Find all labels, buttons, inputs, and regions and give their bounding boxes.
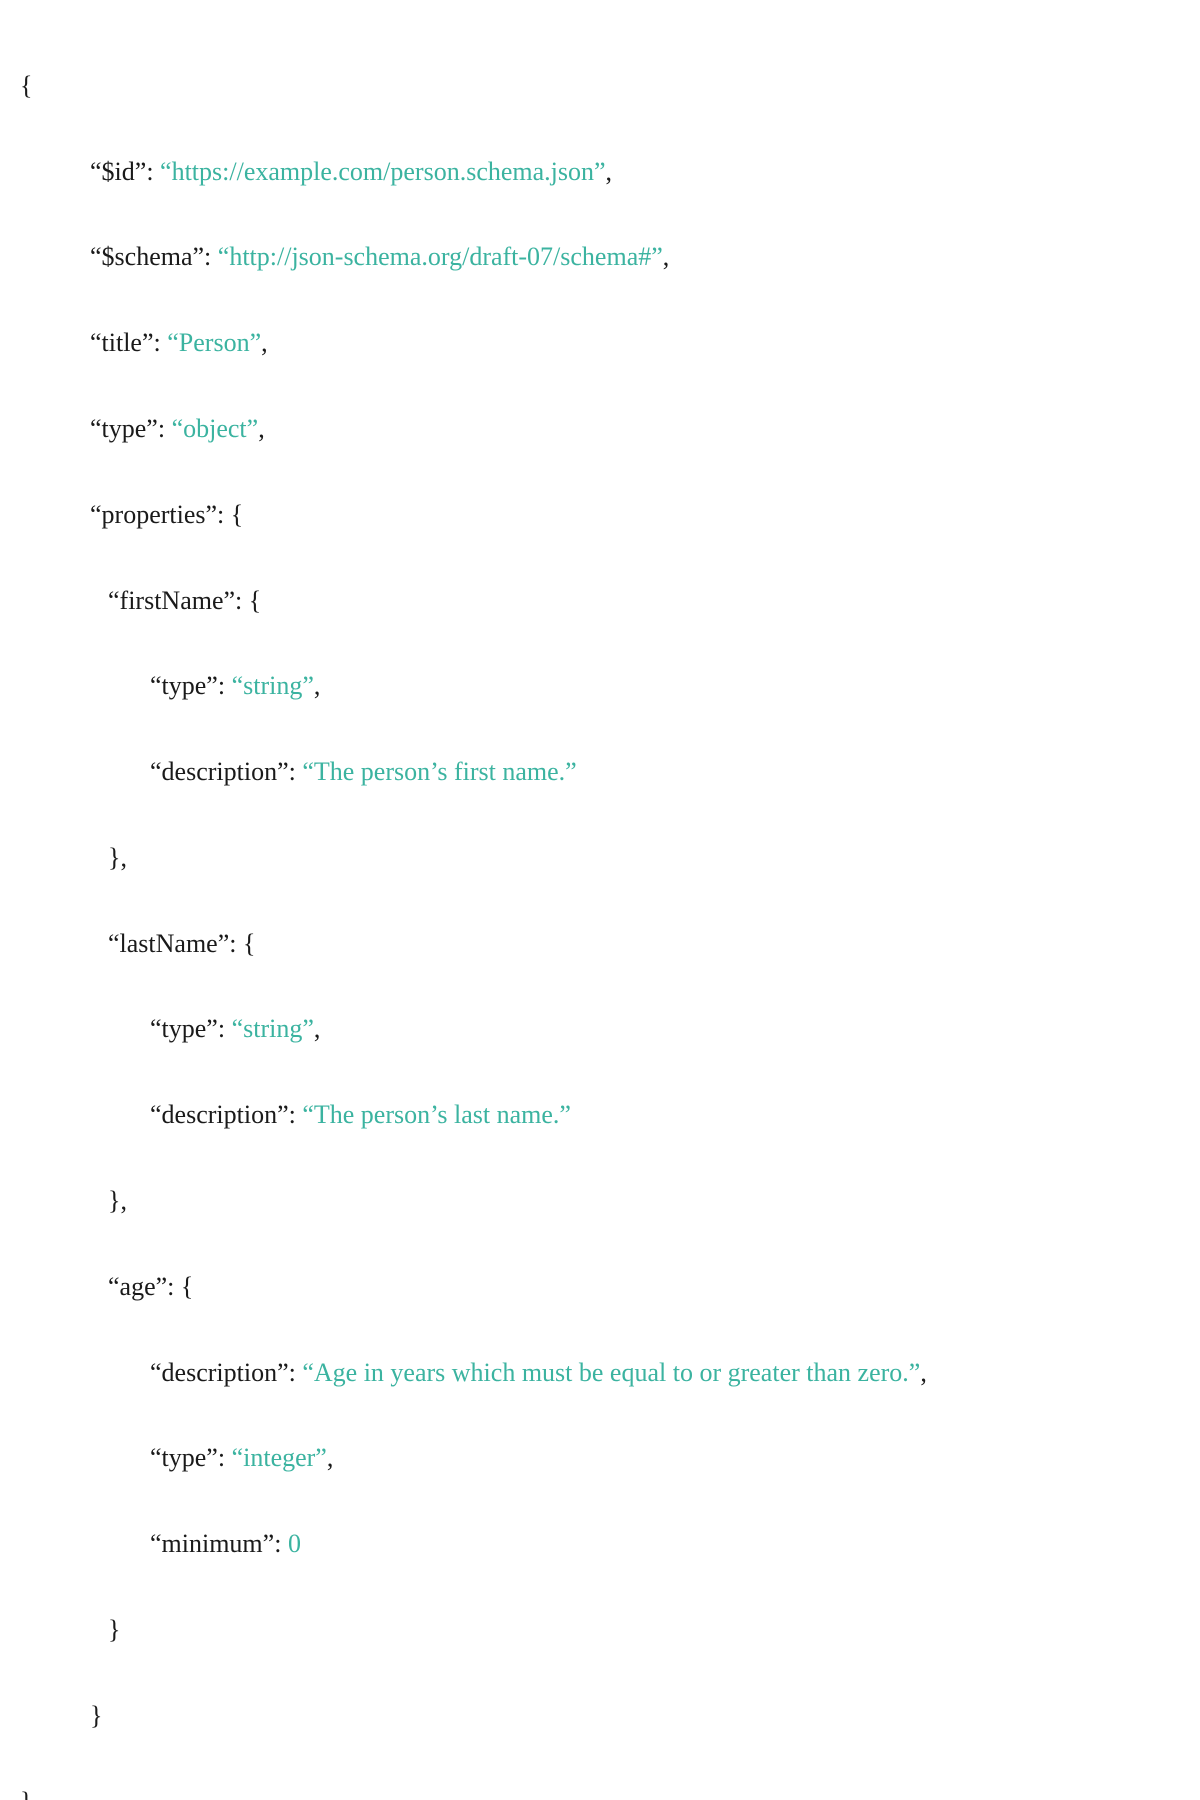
properties-key: “properties” xyxy=(90,500,217,529)
age-type-value: “integer” xyxy=(232,1443,327,1472)
firstname-desc-key: “description” xyxy=(150,757,289,786)
colon: : xyxy=(154,328,168,357)
colon: : xyxy=(289,1100,303,1129)
schema-key: “$schema” xyxy=(90,242,204,271)
comma: , xyxy=(920,1358,927,1387)
id-value: “https://example.com/person.schema.json” xyxy=(160,157,606,186)
lastname-key: “lastName” xyxy=(108,929,229,958)
age-min-key: “minimum” xyxy=(150,1529,274,1558)
colon: : xyxy=(158,414,172,443)
type-key: “type” xyxy=(90,414,158,443)
comma: , xyxy=(258,414,265,443)
type-value: “object” xyxy=(172,414,259,443)
lastname-type-key: “type” xyxy=(150,1014,218,1043)
colon: : xyxy=(289,1358,303,1387)
firstname-open: : { xyxy=(235,586,261,615)
age-open: : { xyxy=(167,1272,193,1301)
comma: , xyxy=(663,242,670,271)
firstname-type-value: “string” xyxy=(232,671,314,700)
age-key: “age” xyxy=(108,1272,167,1301)
comma: , xyxy=(314,671,321,700)
lastname-open: : { xyxy=(229,929,255,958)
age-type-key: “type” xyxy=(150,1443,218,1472)
colon: : xyxy=(218,671,232,700)
age-close: } xyxy=(108,1615,120,1644)
colon: : xyxy=(289,757,303,786)
age-desc-value: “Age in years which must be equal to or … xyxy=(302,1358,920,1387)
colon: : xyxy=(218,1014,232,1043)
title-value: “Person” xyxy=(167,328,261,357)
colon: : xyxy=(204,242,218,271)
id-key: “$id” xyxy=(90,157,146,186)
comma: , xyxy=(314,1014,321,1043)
brace-open: { xyxy=(20,71,32,100)
schema-value: “http://json-schema.org/draft-07/schema#… xyxy=(218,242,663,271)
comma: , xyxy=(606,157,613,186)
lastname-type-value: “string” xyxy=(232,1014,314,1043)
age-min-value: 0 xyxy=(288,1529,301,1558)
lastname-desc-value: “The person’s last name.” xyxy=(302,1100,571,1129)
colon: : xyxy=(274,1529,288,1558)
lastname-close: }, xyxy=(108,1186,127,1215)
properties-open: : { xyxy=(217,500,243,529)
json-schema-code-block: { “$id”: “https://example.com/person.sch… xyxy=(20,22,1180,1800)
colon: : xyxy=(218,1443,232,1472)
firstname-type-key: “type” xyxy=(150,671,218,700)
comma: , xyxy=(327,1443,334,1472)
firstname-desc-value: “The person’s first name.” xyxy=(302,757,576,786)
firstname-key: “firstName” xyxy=(108,586,235,615)
lastname-desc-key: “description” xyxy=(150,1100,289,1129)
brace-close: } xyxy=(20,1787,32,1800)
properties-close: } xyxy=(90,1701,102,1730)
age-desc-key: “description” xyxy=(150,1358,289,1387)
title-key: “title” xyxy=(90,328,154,357)
comma: , xyxy=(261,328,268,357)
firstname-close: }, xyxy=(108,843,127,872)
colon: : xyxy=(146,157,160,186)
